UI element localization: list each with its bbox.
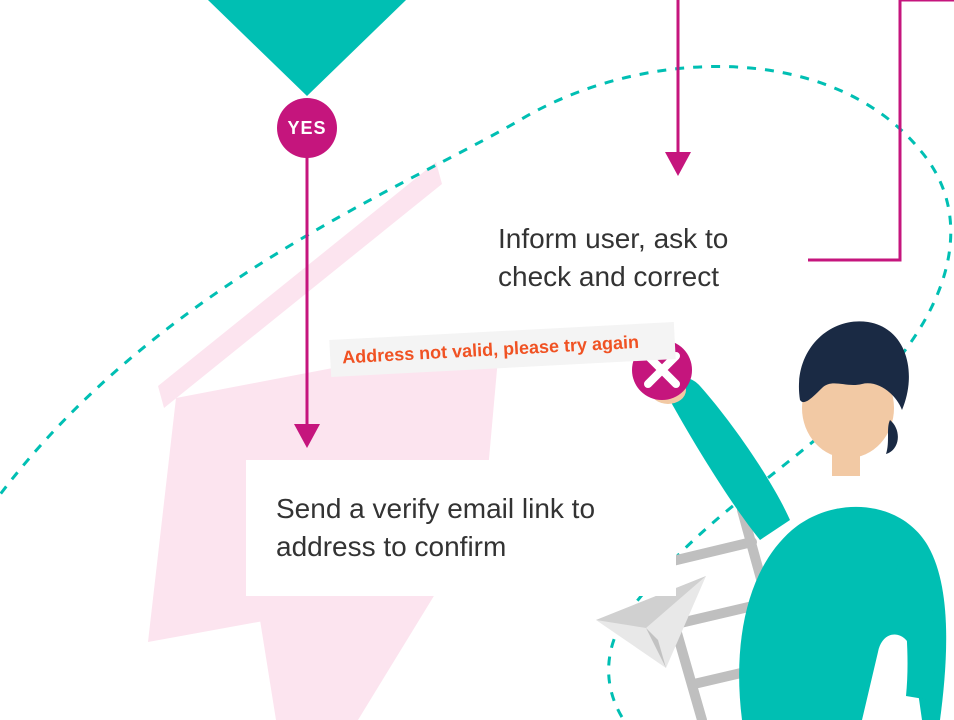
step-inform-box: Inform user, ask to check and correct [468, 190, 808, 326]
flow-diagram: YES Inform user, ask to check and correc… [0, 0, 954, 720]
step-inform-text: Inform user, ask to check and correct [498, 223, 728, 292]
step-verify-box: Send a verify email link to address to c… [246, 460, 676, 596]
step-verify-text: Send a verify email link to address to c… [276, 493, 595, 562]
arrowhead-down [665, 152, 691, 176]
decision-yes-badge: YES [277, 98, 337, 158]
person-illustration [650, 321, 946, 720]
decision-triangle [208, 0, 406, 96]
